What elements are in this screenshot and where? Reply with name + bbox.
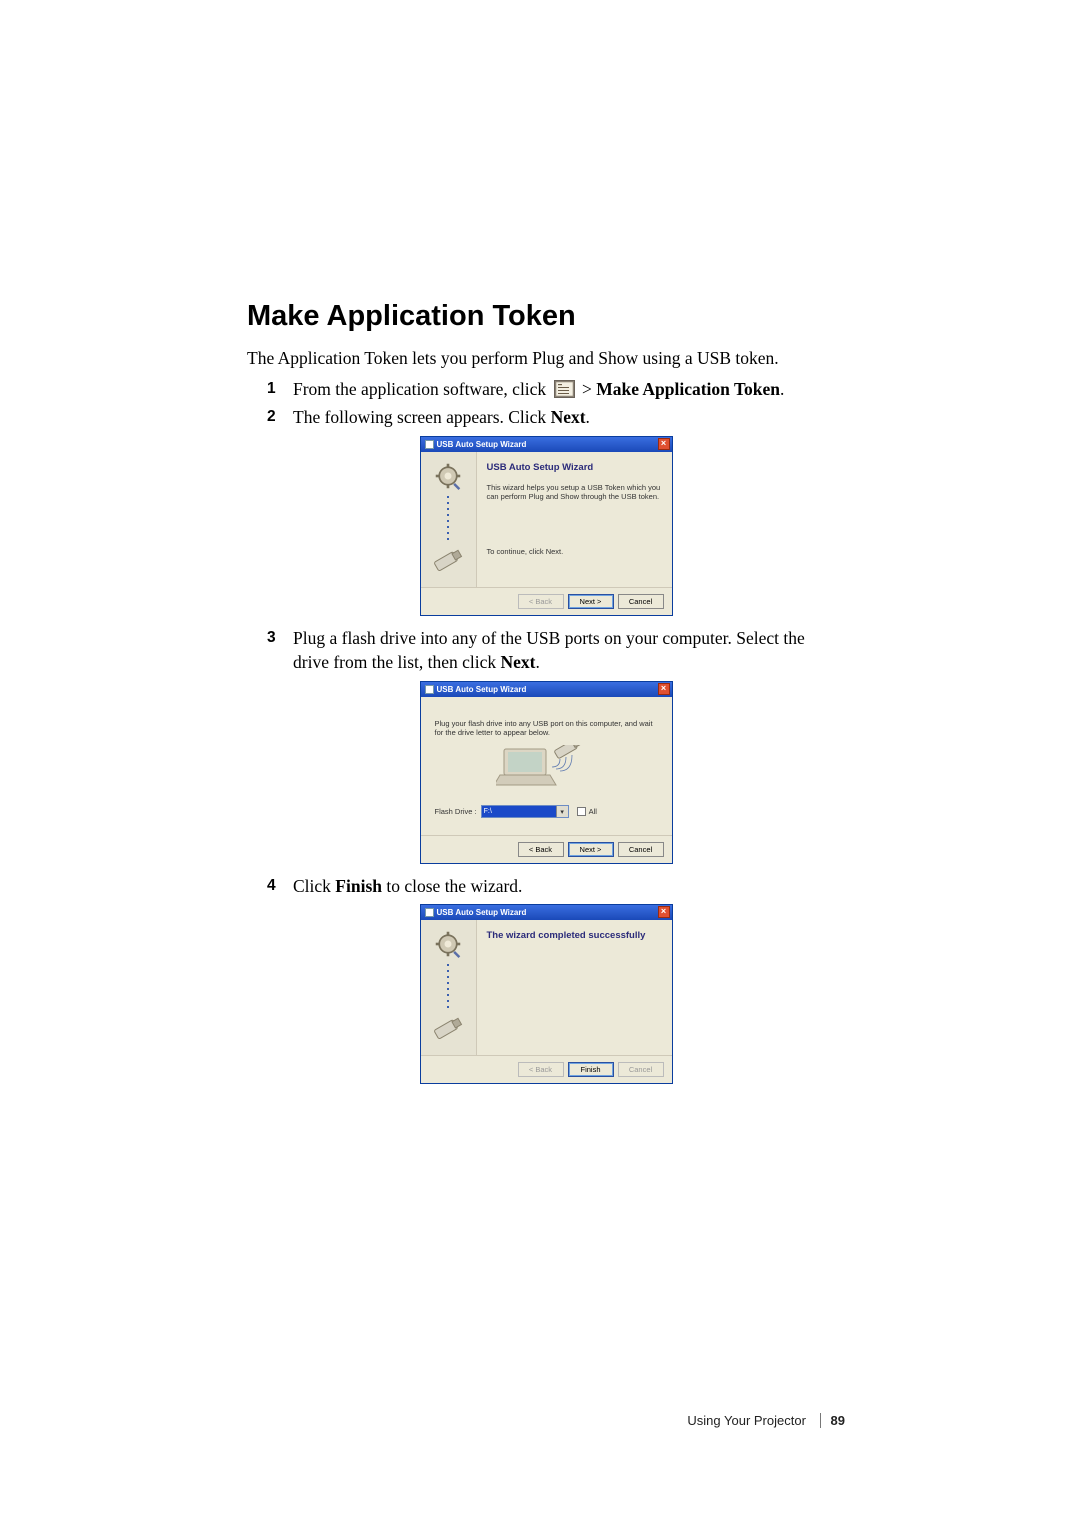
back-button[interactable]: < Back [518,594,564,609]
step1-bold: Make Application Token [596,379,780,399]
wizard-titlebar: USB Auto Setup Wizard × [421,437,672,452]
step-1: 1 From the application software, click >… [267,377,845,402]
step1-tail: . [780,379,784,399]
wizard-heading: USB Auto Setup Wizard [487,462,662,473]
wizard-complete-heading: The wizard completed successfully [487,930,662,941]
wizard-app-icon [425,685,434,694]
step1-pre: From the application software, click [293,379,551,399]
next-button[interactable]: Next > [568,594,614,609]
flash-drive-label: Flash Drive : [435,807,477,816]
dropdown-arrow-icon[interactable]: ▾ [556,806,568,817]
back-button[interactable]: < Back [518,1062,564,1077]
close-icon[interactable]: × [658,438,670,450]
page-footer: Using Your Projector 89 [687,1413,845,1428]
menu-icon [554,380,575,398]
step2-tail: . [586,407,590,427]
wizard-screenshot-2: USB Auto Setup Wizard × Plug your flash … [420,681,673,864]
wizard-title-text: USB Auto Setup Wizard [437,905,527,920]
cancel-button[interactable]: Cancel [618,1062,664,1077]
gear-icon [434,462,462,490]
step-text: From the application software, click > M… [293,377,845,402]
usb-drive-icon [424,1012,472,1042]
step-4: 4 Click Finish to close the wizard. [267,874,845,899]
step3-pre: Plug a flash drive into any of the USB p… [293,628,805,673]
all-checkbox[interactable] [577,807,586,816]
wizard-screenshot-1: USB Auto Setup Wizard × USB Auto Setup W… [420,436,673,616]
wizard-button-bar: < Back Next > Cancel [421,835,672,863]
wizard-title-text: USB Auto Setup Wizard [437,682,527,697]
page-number: 89 [831,1413,845,1428]
all-label: All [589,807,597,816]
step4-bold: Finish [335,876,382,896]
step-number: 3 [267,626,293,675]
wizard-instruction: Plug your flash drive into any USB port … [435,719,658,738]
step4-pre: Click [293,876,335,896]
step2-pre: The following screen appears. Click [293,407,551,427]
step-number: 1 [267,377,293,402]
footer-section: Using Your Projector [687,1413,806,1428]
step-3: 3 Plug a flash drive into any of the USB… [267,626,845,675]
step3-bold: Next [501,652,536,672]
step-text: Click Finish to close the wizard. [293,874,845,899]
step1-arrow: > [582,379,596,399]
flash-drive-select[interactable]: F:\ ▾ [481,805,569,818]
close-icon[interactable]: × [658,906,670,918]
wizard-side-graphic [421,920,477,1055]
wizard-title-text: USB Auto Setup Wizard [437,437,527,452]
flash-drive-selected: F:\ [484,808,492,815]
laptop-usb-illustration [435,745,658,791]
wizard-app-icon [425,908,434,917]
wizard-description: This wizard helps you setup a USB Token … [487,483,662,502]
step4-post: to close the wizard. [382,876,522,896]
cancel-button[interactable]: Cancel [618,594,664,609]
wizard-titlebar: USB Auto Setup Wizard × [421,682,672,697]
wizard-button-bar: < Back Finish Cancel [421,1055,672,1083]
step-text: The following screen appears. Click Next… [293,405,845,430]
wizard-screenshot-3: USB Auto Setup Wizard × The wizard compl… [420,904,673,1084]
step-text: Plug a flash drive into any of the USB p… [293,626,845,675]
step3-tail: . [536,652,540,672]
wizard-app-icon [425,440,434,449]
wizard-side-graphic [421,452,477,587]
back-button[interactable]: < Back [518,842,564,857]
wizard-continue-text: To continue, click Next. [487,547,662,556]
cancel-button[interactable]: Cancel [618,842,664,857]
step-2: 2 The following screen appears. Click Ne… [267,405,845,430]
gear-icon [434,930,462,958]
wizard-button-bar: < Back Next > Cancel [421,587,672,615]
wizard-titlebar: USB Auto Setup Wizard × [421,905,672,920]
close-icon[interactable]: × [658,683,670,695]
finish-button[interactable]: Finish [568,1062,614,1077]
section-heading: Make Application Token [247,300,845,333]
intro-text: The Application Token lets you perform P… [247,347,845,371]
next-button[interactable]: Next > [568,842,614,857]
step2-bold: Next [551,407,586,427]
usb-drive-icon [424,544,472,574]
step-number: 2 [267,405,293,430]
step-number: 4 [267,874,293,899]
